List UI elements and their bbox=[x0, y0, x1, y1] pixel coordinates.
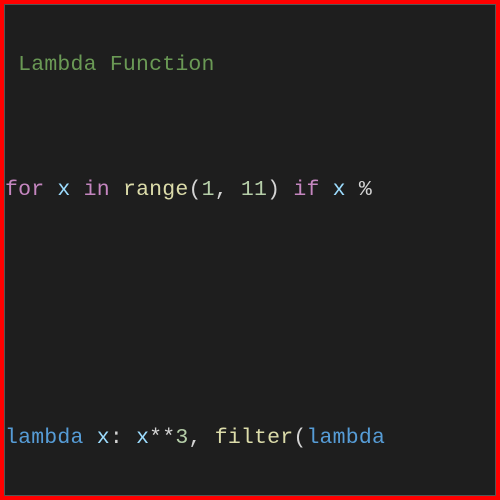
pow-operator: ** bbox=[149, 426, 175, 450]
code-editor[interactable]: Lambda Function for x in range(1, 11) if… bbox=[4, 4, 496, 496]
code-line-1: Lambda Function bbox=[5, 50, 495, 81]
code-line-3: for x in range(1, 11) if x % bbox=[5, 175, 495, 206]
comment-text: Lambda Function bbox=[5, 53, 215, 77]
code-line-2 bbox=[5, 112, 495, 143]
code-line-6 bbox=[5, 361, 495, 392]
number-3: 3 bbox=[175, 426, 188, 450]
lambda-keyword: lambda bbox=[5, 426, 84, 450]
number-11: 11 bbox=[228, 178, 267, 202]
code-content: Lambda Function for x in range(1, 11) if… bbox=[5, 5, 495, 496]
variable-x: x bbox=[57, 178, 70, 202]
code-line-5 bbox=[5, 299, 495, 330]
for-keyword: for bbox=[5, 178, 44, 202]
code-line-4 bbox=[5, 237, 495, 268]
filter-builtin: filter bbox=[215, 426, 294, 450]
lambda-keyword: lambda bbox=[306, 426, 385, 450]
variable-x: x bbox=[333, 178, 346, 202]
range-builtin: range bbox=[123, 178, 189, 202]
code-line-7: lambda x: x**3, filter(lambda bbox=[5, 423, 495, 454]
if-keyword: if bbox=[293, 178, 319, 202]
mod-operator: % bbox=[346, 178, 385, 202]
param-x: x bbox=[97, 426, 110, 450]
in-keyword: in bbox=[84, 178, 110, 202]
variable-x: x bbox=[136, 426, 149, 450]
number-1: 1 bbox=[202, 178, 215, 202]
